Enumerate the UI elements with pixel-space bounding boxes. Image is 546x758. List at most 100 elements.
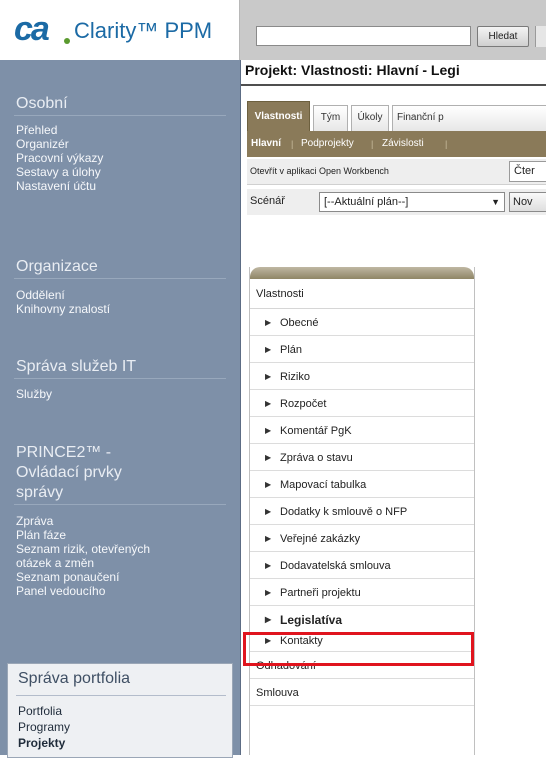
triangle-right-icon: ▶ bbox=[265, 588, 272, 597]
triangle-right-icon: ▶ bbox=[265, 318, 272, 327]
menu-item-contract[interactable]: Smlouva bbox=[250, 680, 474, 706]
triangle-right-icon: ▶ bbox=[265, 345, 272, 354]
sidebar-item-risk-issue-list-line2[interactable]: otázek a změn bbox=[16, 556, 94, 570]
section-title-prince2-line3: správy bbox=[16, 484, 64, 501]
tab-financial[interactable]: Finanční p bbox=[392, 105, 546, 131]
menu-item-contacts[interactable]: ▶ Kontakty bbox=[250, 634, 474, 652]
section-title-prince2-line1: PRINCE2™ - bbox=[16, 444, 112, 461]
search-edge bbox=[535, 26, 546, 47]
menu-item-comment[interactable]: ▶ Komentář PgK bbox=[250, 418, 474, 444]
sidebar-item-stage-plan[interactable]: Plán fáze bbox=[16, 528, 66, 542]
section-title-personal: Osobní bbox=[16, 95, 68, 112]
action-row: Otevřít v aplikaci Open Workbench Čter bbox=[247, 159, 546, 185]
scenario-value: [--Aktuální plán--] bbox=[324, 196, 409, 208]
sidebar-item-organizer[interactable]: Organizér bbox=[16, 137, 69, 151]
menu-item-mapping-table[interactable]: ▶ Mapovací tabulka bbox=[250, 472, 474, 498]
menu-item-label: Obecné bbox=[280, 317, 319, 329]
top-bar: ca Clarity™ PPM Hledat bbox=[0, 0, 546, 62]
app-name: Clarity™ PPM bbox=[74, 18, 213, 43]
sidebar-item-overview[interactable]: Přehled bbox=[16, 123, 57, 137]
sidebar-item-projects[interactable]: Projekty bbox=[18, 736, 65, 750]
section-divider bbox=[14, 115, 226, 116]
tab-team[interactable]: Tým bbox=[313, 105, 348, 131]
subtab-separator: | bbox=[371, 139, 374, 149]
scenario-select[interactable]: [--Aktuální plán--] ▼ bbox=[319, 192, 505, 212]
menu-item-label: Legislatíva bbox=[280, 613, 343, 627]
open-in-workbench-link[interactable]: Otevřít v aplikaci Open Workbench bbox=[250, 166, 389, 176]
triangle-right-icon: ▶ bbox=[265, 399, 272, 408]
section-divider bbox=[14, 378, 226, 379]
subtab-separator: | bbox=[445, 139, 448, 149]
subtab-dependencies[interactable]: Závislosti bbox=[382, 131, 424, 157]
menu-item-label: Veřejné zakázky bbox=[280, 533, 361, 545]
menu-cap bbox=[250, 267, 474, 279]
sidebar-item-timesheets[interactable]: Pracovní výkazy bbox=[16, 151, 103, 165]
tab-tasks[interactable]: Úkoly bbox=[351, 105, 389, 131]
sidebar-navigation: Osobní Přehled Organizér Pracovní výkazy… bbox=[0, 60, 241, 758]
menu-item-public-procurement[interactable]: ▶ Veřejné zakázky bbox=[250, 526, 474, 552]
sidebar-item-account-settings[interactable]: Nastavení účtu bbox=[16, 179, 96, 193]
menu-item-risk[interactable]: ▶ Riziko bbox=[250, 364, 474, 390]
menu-item-budget[interactable]: ▶ Rozpočet bbox=[250, 391, 474, 417]
menu-item-label: Rozpočet bbox=[280, 398, 327, 410]
menu-item-contract-amendments[interactable]: ▶ Dodatky k smlouvě o NFP bbox=[250, 499, 474, 525]
sidebar-item-report[interactable]: Zpráva bbox=[16, 514, 53, 528]
subtab-bar: Hlavní | Podprojekty | Závislosti | bbox=[247, 131, 546, 157]
triangle-right-icon: ▶ bbox=[265, 636, 272, 645]
sidebar-item-departments[interactable]: Oddělení bbox=[16, 288, 65, 302]
section-title-organization: Organizace bbox=[16, 258, 98, 275]
portfolio-management-panel: Správa portfolia Portfolia Programy Proj… bbox=[7, 663, 233, 758]
sidebar-item-manager-dashboard[interactable]: Panel vedoucího bbox=[16, 584, 105, 598]
chevron-down-icon: ▼ bbox=[491, 197, 500, 207]
menu-item-label: Odhadování bbox=[256, 660, 316, 672]
sidebar-item-risk-issue-list-line1[interactable]: Seznam rizik, otevřených bbox=[16, 542, 150, 556]
sidebar-item-programs[interactable]: Programy bbox=[18, 720, 70, 734]
menu-item-supplier-contract[interactable]: ▶ Dodavatelská smlouva bbox=[250, 553, 474, 579]
section-title-prince2-line2: Ovládací prvky bbox=[16, 464, 122, 481]
section-title-it-services: Správa služeb IT bbox=[16, 358, 137, 375]
menu-item-label: Plán bbox=[280, 344, 303, 356]
sidebar-item-knowledge-stores[interactable]: Knihovny znalostí bbox=[16, 302, 110, 316]
menu-item-status-report[interactable]: ▶ Zpráva o stavu bbox=[250, 445, 474, 471]
menu-item-general[interactable]: ▶ Obecné bbox=[250, 310, 474, 336]
triangle-right-icon: ▶ bbox=[265, 480, 272, 489]
properties-menu: Vlastnosti ▶ Obecné ▶ Plán ▶ Riziko ▶ Ro… bbox=[249, 267, 475, 755]
triangle-right-icon: ▶ bbox=[265, 561, 272, 570]
section-title-portfolio: Správa portfolia bbox=[18, 670, 131, 687]
section-divider bbox=[14, 278, 226, 279]
sidebar-item-reports-jobs[interactable]: Sestavy a úlohy bbox=[16, 165, 101, 179]
menu-item-label: Partneři projektu bbox=[280, 587, 361, 599]
logo-dot bbox=[64, 38, 70, 44]
menu-item-label: Mapovací tabulka bbox=[280, 479, 367, 491]
search-input[interactable] bbox=[256, 26, 471, 46]
triangle-right-icon: ▶ bbox=[265, 615, 272, 624]
menu-item-project-partners[interactable]: ▶ Partneři projektu bbox=[250, 580, 474, 606]
menu-item-label: Zpráva o stavu bbox=[280, 452, 353, 464]
subtab-main[interactable]: Hlavní bbox=[251, 131, 281, 157]
triangle-right-icon: ▶ bbox=[265, 372, 272, 381]
sidebar-item-portfolios[interactable]: Portfolia bbox=[18, 704, 62, 718]
section-divider bbox=[14, 504, 226, 505]
read-only-button[interactable]: Čter bbox=[509, 161, 546, 182]
sidebar-item-services[interactable]: Služby bbox=[16, 387, 52, 401]
search-area: Hledat bbox=[240, 0, 546, 60]
menu-item-label: Kontakty bbox=[280, 635, 323, 647]
menu-item-label: Dodatky k smlouvě o NFP bbox=[280, 506, 408, 518]
scenario-row: Scénář [--Aktuální plán--] ▼ Nov bbox=[247, 189, 546, 215]
tab-bar: Vlastnosti Tým Úkoly Finanční p bbox=[247, 101, 546, 131]
page-title: Projekt: Vlastnosti: Hlavní - Legi bbox=[245, 62, 460, 78]
section-divider bbox=[16, 695, 226, 696]
properties-menu-header[interactable]: Vlastnosti bbox=[250, 279, 474, 309]
sidebar-item-lessons-list[interactable]: Seznam ponaučení bbox=[16, 570, 119, 584]
menu-item-estimating[interactable]: Odhadování bbox=[250, 653, 474, 679]
tab-properties[interactable]: Vlastnosti bbox=[247, 101, 310, 131]
menu-item-label: Dodavatelská smlouva bbox=[280, 560, 391, 572]
subtab-separator: | bbox=[291, 139, 294, 149]
search-button[interactable]: Hledat bbox=[477, 26, 529, 47]
menu-item-legislation[interactable]: ▶ Legislatíva bbox=[250, 607, 474, 633]
new-scenario-button[interactable]: Nov bbox=[509, 192, 546, 212]
subtab-subprojects[interactable]: Podprojekty bbox=[301, 131, 354, 157]
title-divider bbox=[241, 84, 546, 86]
logo: ca Clarity™ PPM bbox=[2, 0, 240, 60]
menu-item-plan[interactable]: ▶ Plán bbox=[250, 337, 474, 363]
